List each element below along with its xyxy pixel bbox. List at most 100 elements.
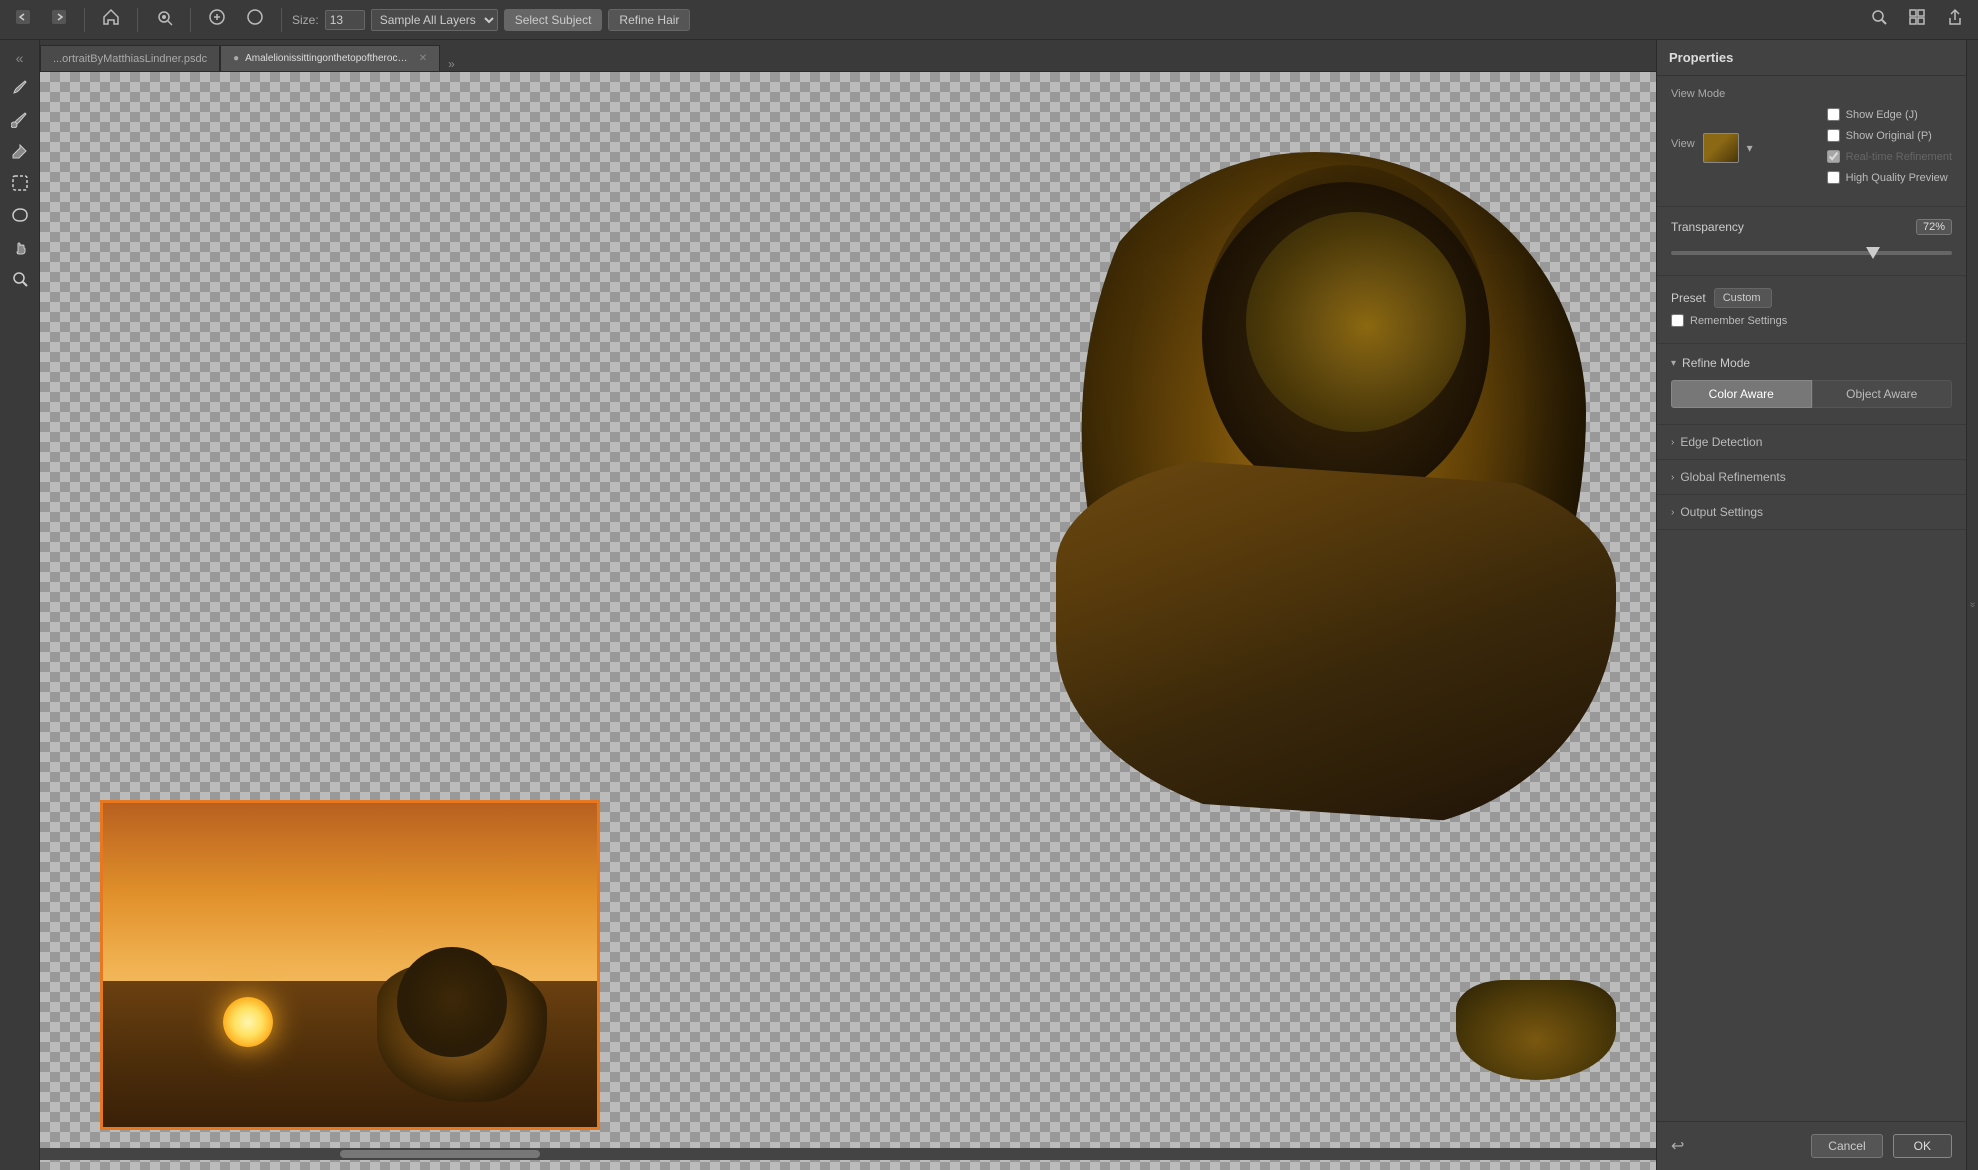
divider-3 (190, 8, 191, 32)
panel-bottom-buttons: ↩ Cancel OK (1657, 1121, 1966, 1170)
transparency-slider[interactable] (1671, 243, 1952, 263)
nav-back-button[interactable] (8, 4, 38, 35)
tab-psdc-label: ...ortraitByMatthiasLindner.psdc (53, 53, 207, 65)
thumbnail-sun (223, 997, 273, 1047)
edge-detection-arrow: › (1671, 437, 1674, 448)
refine-mode-collapse-icon: ▾ (1671, 358, 1676, 369)
refine-mode-buttons: Color Aware Object Aware (1671, 380, 1952, 408)
remember-settings-label: Remember Settings (1690, 315, 1787, 327)
high-quality-label: High Quality Preview (1846, 172, 1948, 184)
canvas-wrapper[interactable] (40, 72, 1656, 1170)
output-settings-arrow: › (1671, 507, 1674, 518)
brush-tool-button[interactable] (148, 3, 180, 36)
preset-row: Preset Custom Default Hair/Fur Portrait (1671, 288, 1952, 308)
view-row: View ▾ Show Edge (J) Show Original (P) R… (1671, 108, 1952, 188)
show-edge-checkbox[interactable] (1827, 108, 1840, 121)
show-original-checkbox[interactable] (1827, 129, 1840, 142)
circle-button[interactable] (239, 3, 271, 36)
add-button[interactable] (201, 3, 233, 36)
view-thumbnail (1703, 133, 1739, 163)
share-icon-button[interactable] (1940, 4, 1970, 35)
show-original-row: Show Original (P) (1827, 129, 1952, 142)
refine-mode-section: ▾ Refine Mode Color Aware Object Aware (1657, 344, 1966, 425)
preset-select[interactable]: Custom Default Hair/Fur Portrait (1714, 288, 1772, 308)
transparency-slider-thumb (1866, 247, 1880, 259)
realtime-label: Real-time Refinement (1846, 151, 1952, 163)
edge-detection-label: Edge Detection (1680, 435, 1762, 449)
left-toolbar: « (0, 40, 40, 1170)
lion-head (1246, 212, 1466, 432)
remember-settings-checkbox[interactable] (1671, 314, 1684, 327)
output-settings-section[interactable]: › Output Settings (1657, 495, 1966, 530)
tab-bar: ...ortraitByMatthiasLindner.psdc ● Amale… (40, 40, 1656, 72)
view-dropdown-button[interactable]: ▾ (1747, 141, 1753, 155)
transparency-header-row: Transparency 72% (1671, 219, 1952, 235)
divider-1 (84, 8, 85, 32)
tab-jpeg-close-dot: ● (233, 53, 239, 64)
transparency-value: 72% (1916, 219, 1952, 235)
cancel-button[interactable]: Cancel (1811, 1134, 1882, 1158)
tab-jpeg-label: AmalelionissittingonthetopoftherockIooki… (245, 53, 409, 64)
top-toolbar: Size: Sample All Layers Select Subject R… (0, 0, 1978, 40)
global-refinements-label: Global Refinements (1680, 470, 1785, 484)
left-collapse-arrow[interactable]: « (12, 46, 28, 70)
ok-button[interactable]: OK (1893, 1134, 1952, 1158)
erase-tool[interactable] (5, 136, 35, 166)
transparency-label: Transparency (1671, 220, 1744, 234)
lion-body-lower (1056, 452, 1616, 832)
tab-psdc[interactable]: ...ortraitByMatthiasLindner.psdc (40, 45, 220, 71)
search-icon-button[interactable] (1864, 4, 1894, 35)
right-collapse-button[interactable]: » (1966, 40, 1978, 1170)
properties-panel: Properties View Mode View ▾ Show Edge (J… (1656, 40, 1966, 1170)
home-button[interactable] (95, 3, 127, 36)
transparency-section: Transparency 72% (1657, 207, 1966, 276)
show-edge-row: Show Edge (J) (1827, 108, 1952, 121)
lion-paw-right (1456, 980, 1616, 1080)
view-mode-label: View Mode (1671, 88, 1952, 100)
high-quality-row: High Quality Preview (1827, 171, 1952, 184)
output-settings-label: Output Settings (1680, 505, 1763, 519)
tab-more[interactable]: » (440, 57, 463, 71)
properties-title: Properties (1669, 50, 1733, 65)
divider-2 (137, 8, 138, 32)
preset-section: Preset Custom Default Hair/Fur Portrait … (1657, 276, 1966, 344)
view-mode-section: View Mode View ▾ Show Edge (J) Show Orig… (1657, 76, 1966, 207)
content-column: ...ortraitByMatthiasLindner.psdc ● Amale… (40, 40, 1656, 1170)
thumbnail-lion-mane (397, 947, 507, 1057)
smudge-tool[interactable] (5, 104, 35, 134)
show-original-label: Show Original (P) (1846, 130, 1932, 142)
global-refinements-section[interactable]: › Global Refinements (1657, 460, 1966, 495)
refine-hair-button[interactable]: Refine Hair (608, 9, 690, 31)
size-input[interactable] (325, 10, 365, 30)
layout-icon-button[interactable] (1902, 4, 1932, 35)
refine-mode-label: Refine Mode (1682, 356, 1750, 370)
global-refinements-arrow: › (1671, 472, 1674, 483)
object-aware-button[interactable]: Object Aware (1812, 380, 1953, 408)
high-quality-checkbox[interactable] (1827, 171, 1840, 184)
properties-panel-header: Properties (1657, 40, 1966, 76)
realtime-row: Real-time Refinement (1827, 150, 1952, 163)
remember-settings-row: Remember Settings (1671, 314, 1952, 327)
refine-mode-header[interactable]: ▾ Refine Mode (1671, 356, 1952, 370)
panel-spacer (1657, 530, 1966, 1121)
color-aware-button[interactable]: Color Aware (1671, 380, 1812, 408)
nav-forward-button[interactable] (44, 4, 74, 35)
horizontal-scrollbar[interactable] (40, 1148, 1656, 1160)
brush-tool[interactable] (5, 72, 35, 102)
right-toolbar-icons (1864, 4, 1970, 35)
transparency-slider-track (1671, 251, 1952, 255)
hand-tool[interactable] (5, 232, 35, 262)
edge-detection-section[interactable]: › Edge Detection (1657, 425, 1966, 460)
tab-jpeg[interactable]: ● AmalelionissittingonthetopoftherockIoo… (220, 45, 440, 71)
layer-select[interactable]: Sample All Layers (371, 9, 498, 31)
zoom-tool[interactable] (5, 264, 35, 294)
main-area: « (0, 40, 1978, 1170)
undo-button[interactable]: ↩ (1671, 1136, 1684, 1156)
scrollbar-thumb[interactable] (340, 1150, 540, 1158)
divider-4 (281, 8, 282, 32)
lasso-tool[interactable] (5, 200, 35, 230)
tab-jpeg-close-icon[interactable]: ✕ (419, 53, 427, 64)
select-subject-button[interactable]: Select Subject (504, 9, 603, 31)
selection-tool[interactable] (5, 168, 35, 198)
realtime-checkbox (1827, 150, 1840, 163)
